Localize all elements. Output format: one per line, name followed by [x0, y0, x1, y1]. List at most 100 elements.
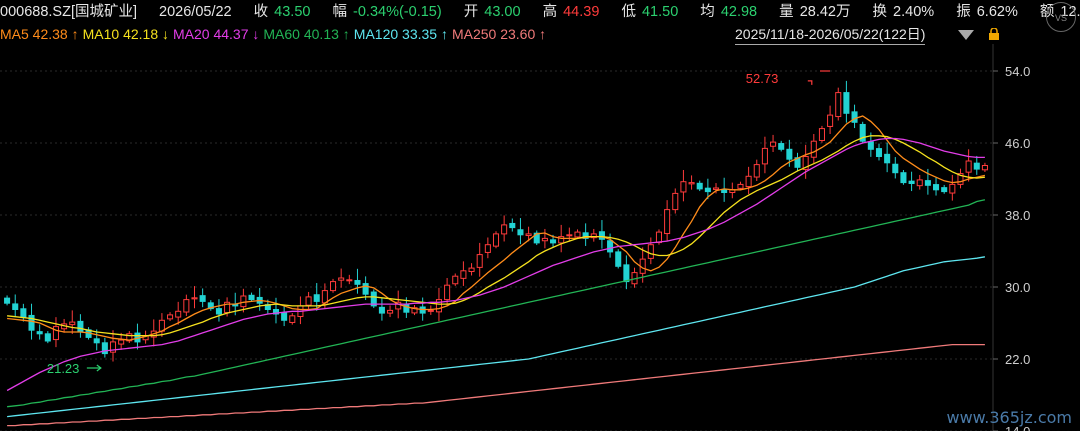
candle-body	[215, 308, 222, 315]
candlestick-chart[interactable]: 54.046.038.030.022.014.052.7321.23	[0, 44, 1080, 431]
ma5-line	[7, 115, 986, 341]
low-label: 低	[621, 4, 636, 20]
amplitude-value: 6.62%	[976, 4, 1018, 20]
candle-body	[843, 92, 850, 114]
candle-body	[321, 290, 328, 304]
candle-body	[362, 283, 369, 295]
y-tick-label: 54.0	[1005, 64, 1030, 79]
volume-value: 28.42万	[799, 4, 851, 20]
low-value: 41.50	[641, 4, 679, 20]
lock-icon[interactable]	[988, 28, 1000, 40]
candle-body	[973, 162, 980, 170]
open-label: 开	[463, 4, 479, 20]
candle-body	[20, 308, 27, 319]
candle-body	[875, 148, 883, 158]
candle-body	[933, 184, 940, 191]
high-marker-arrow	[807, 80, 813, 85]
candle-body	[892, 163, 899, 174]
candle-body	[36, 331, 43, 335]
candle-body	[484, 244, 491, 253]
candle-body	[199, 295, 206, 302]
candle-body	[696, 182, 703, 190]
candle-body	[468, 267, 475, 273]
ma-legend-item: MA10 42.18 ↓	[82, 26, 169, 42]
candle-body	[191, 297, 198, 300]
volume-label: 量	[779, 4, 794, 20]
candle-body	[52, 326, 59, 341]
candle-body	[900, 172, 907, 184]
candle-body	[753, 164, 760, 178]
candle-body	[778, 143, 785, 150]
dropdown-triangle-icon[interactable]	[958, 30, 974, 40]
low-annotation: 21.23	[47, 361, 80, 376]
candle-body	[745, 175, 752, 188]
candle-body	[175, 310, 182, 318]
candle-body	[427, 309, 434, 312]
quote-date: 2026/05/22	[159, 4, 232, 20]
quote-header: 000688.SZ[国城矿业] 2026/05/22 收 43.50 幅 -0.…	[0, 0, 1080, 24]
open-value: 43.00	[484, 4, 521, 20]
candle-body	[574, 231, 581, 238]
ma-legend-item: MA60 40.13 ↑	[263, 26, 350, 42]
compare-vs-icon[interactable]: VS	[1046, 2, 1076, 32]
watermark: www.365jz.com	[946, 408, 1072, 427]
candle-body	[916, 179, 923, 187]
candle-body	[93, 338, 100, 344]
candle-body	[338, 277, 345, 281]
candle-body	[541, 237, 548, 242]
y-tick-label: 22.0	[1005, 352, 1030, 367]
candle-body	[517, 229, 524, 236]
candle-body	[810, 140, 817, 158]
candle-body	[248, 294, 255, 301]
candle-body	[623, 264, 630, 283]
candle-body	[492, 233, 500, 247]
candle-body	[884, 153, 891, 164]
turnover-value: 2.40%	[893, 4, 935, 20]
stock-code-name[interactable]: 000688.SZ[国城矿业]	[0, 4, 137, 20]
candle-body	[118, 339, 125, 345]
candle-body	[329, 281, 337, 292]
candle-body	[525, 233, 532, 237]
candle-body	[566, 234, 573, 237]
candle-body	[378, 306, 385, 314]
ma-legend-item: MA20 44.37 ↓	[173, 26, 260, 42]
date-range-selector[interactable]: 2025/11/18-2026/05/22(122日)	[735, 24, 926, 45]
candle-body	[501, 224, 508, 235]
candle-body	[851, 111, 858, 123]
candle-body	[655, 231, 663, 244]
turnover-label: 换	[872, 4, 888, 20]
candle-body	[981, 165, 988, 171]
candle-body	[672, 192, 679, 211]
candle-body	[965, 160, 972, 173]
candle-body	[818, 128, 825, 141]
candle-body	[289, 315, 296, 323]
candle-body	[183, 299, 190, 313]
candle-body	[598, 231, 605, 240]
ma60-line	[7, 199, 986, 408]
candle-body	[949, 183, 956, 194]
ma-legend: MA5 42.38 ↑ MA10 42.18 ↓ MA20 44.37 ↓ MA60 …	[0, 24, 550, 44]
candle-body	[77, 320, 84, 333]
change-label: 幅	[332, 4, 348, 20]
candle-body	[941, 187, 948, 193]
ma-legend-item: MA5 42.38 ↑	[0, 26, 79, 42]
candle-body	[509, 222, 516, 229]
candle-body	[761, 147, 768, 165]
candle-body	[281, 312, 288, 321]
ma-legend-item: MA120 33.35 ↑	[353, 26, 448, 42]
amplitude-label: 振	[956, 4, 971, 20]
candle-body	[924, 180, 931, 186]
candle-body	[615, 251, 622, 267]
candle-body	[867, 141, 874, 150]
y-tick-label: 30.0	[1005, 280, 1030, 295]
ma-legend-item: MA250 23.60 ↑	[451, 26, 547, 42]
high-label: 高	[542, 4, 558, 20]
candle-body	[240, 295, 247, 308]
change-value: -0.34%(-0.15)	[353, 4, 442, 20]
y-tick-label: 46.0	[1005, 136, 1030, 151]
high-annotation: 52.73	[746, 71, 779, 86]
candle-body	[835, 92, 842, 118]
candle-body	[69, 321, 76, 326]
candle-body	[550, 239, 557, 244]
ma250-line	[7, 343, 985, 427]
